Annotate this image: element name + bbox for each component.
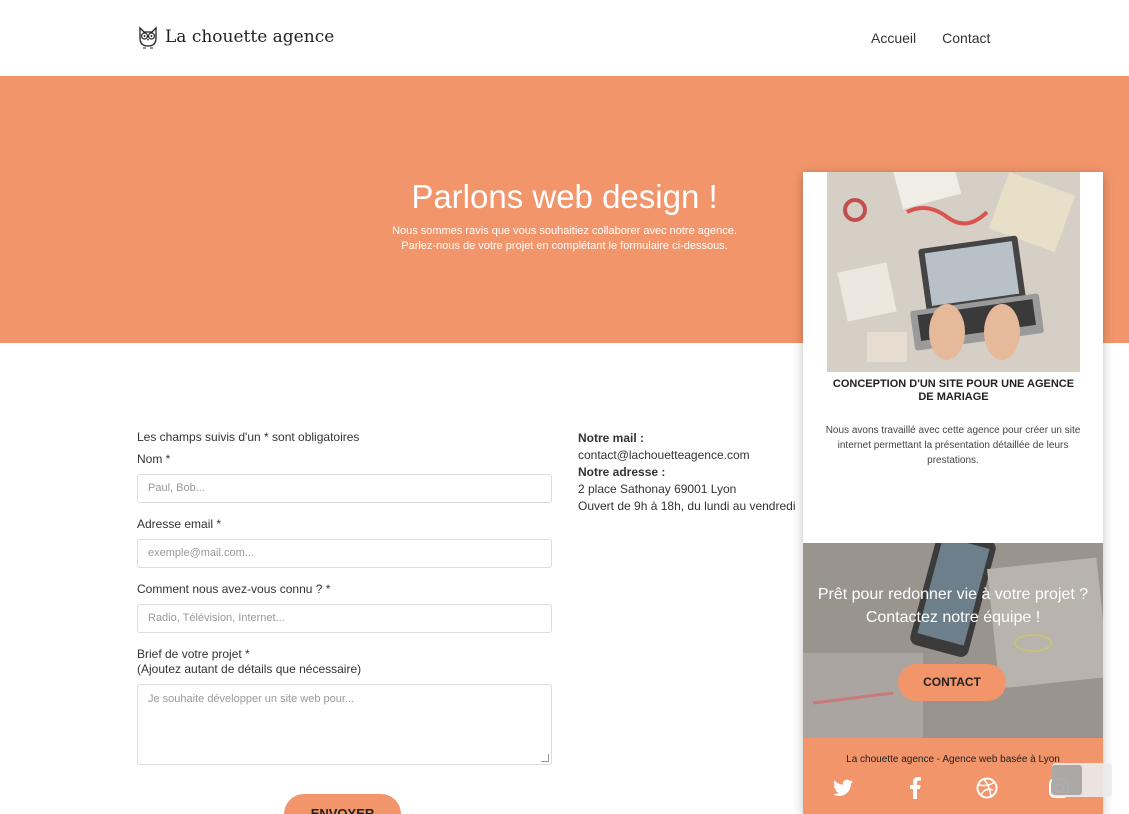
nav-link-contact[interactable]: Contact xyxy=(942,30,990,46)
nav-link-accueil[interactable]: Accueil xyxy=(871,30,916,46)
email-label: Adresse email * xyxy=(137,517,222,531)
submit-button[interactable]: ENVOYER xyxy=(284,794,401,814)
opening-hours: Ouvert de 9h à 18h, du lundi au vendredi xyxy=(578,499,796,513)
mail-value[interactable]: contact@lachouetteagence.com xyxy=(578,447,796,464)
project-card-overlay: CONCEPTION D'UN SITE POUR UNE AGENCE DE … xyxy=(803,172,1103,814)
site-header: La chouette agence Accueil Contact xyxy=(0,0,1129,76)
card-title: CONCEPTION D'UN SITE POUR UNE AGENCE DE … xyxy=(832,378,1075,403)
brief-hint: (Ajoutez autant de détails que nécessair… xyxy=(137,662,362,676)
card-description: Nous avons travaillé avec cette agence p… xyxy=(825,425,1081,466)
address-label: Notre adresse : xyxy=(578,465,666,479)
brief-label: Brief de votre projet * xyxy=(137,647,250,661)
dribbble-icon[interactable] xyxy=(975,776,999,800)
cta-message: Prêt pour redonner vie à votre projet ? … xyxy=(803,583,1103,629)
cta-banner: Prêt pour redonner vie à votre projet ? … xyxy=(803,543,1103,738)
cta-line-2: Contactez notre équipe ! xyxy=(865,609,1041,626)
resize-handle[interactable] xyxy=(541,754,549,762)
cta-background-image xyxy=(803,543,1103,738)
brief-placeholder: Je souhaite développer un site web pour.… xyxy=(148,693,355,705)
brand-name: La chouette agence xyxy=(165,27,335,47)
facebook-icon[interactable] xyxy=(903,776,927,800)
cta-line-1: Prêt pour redonner vie à votre projet ? xyxy=(817,586,1089,603)
contact-info: Notre mail : contact@lachouetteagence.co… xyxy=(578,430,796,515)
project-photo xyxy=(827,172,1080,372)
name-label: Nom * xyxy=(137,452,171,466)
contact-form: Les champs suivis d'un * sont obligatoir… xyxy=(137,430,552,775)
required-note: Les champs suivis d'un * sont obligatoir… xyxy=(137,430,360,444)
social-links xyxy=(831,776,1071,800)
twitter-icon[interactable] xyxy=(831,776,855,800)
name-input[interactable]: Paul, Bob... xyxy=(137,474,552,503)
address-value: 2 place Sathonay 69001 Lyon xyxy=(578,482,737,496)
laptop-desk-image xyxy=(827,172,1080,372)
main-nav: Accueil Contact xyxy=(871,30,990,46)
contact-button[interactable]: CONTACT xyxy=(898,664,1006,701)
brand-logo[interactable]: La chouette agence xyxy=(137,24,334,50)
brief-textarea[interactable]: Je souhaite développer un site web pour.… xyxy=(137,684,552,765)
scroll-to-top-button[interactable] xyxy=(1052,763,1112,797)
source-input[interactable]: Radio, Télévision, Internet... xyxy=(137,604,552,633)
scroll-top-icon xyxy=(1052,765,1082,795)
email-input[interactable]: exemple@mail.com... xyxy=(137,539,552,568)
mail-label: Notre mail : xyxy=(578,431,645,445)
source-label: Comment nous avez-vous connu ? * xyxy=(137,582,331,596)
owl-icon xyxy=(139,26,157,49)
